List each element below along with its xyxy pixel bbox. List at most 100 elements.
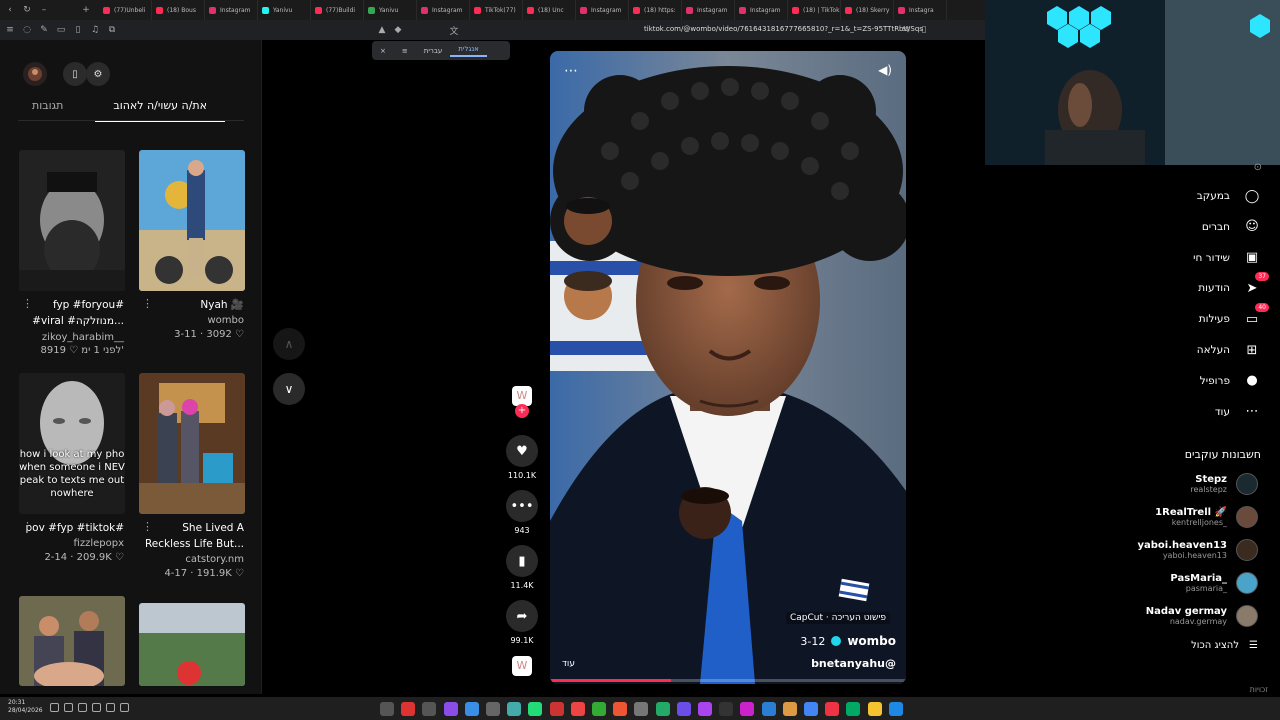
bookmark-icon[interactable]: ▭ <box>54 23 68 37</box>
browser-tab[interactable]: (18) https: <box>629 0 682 20</box>
translate-icon[interactable]: 文 <box>447 23 461 37</box>
taskbar-app-icon[interactable] <box>464 702 479 716</box>
tools-icon[interactable]: ✎ <box>37 23 51 37</box>
taskbar-app-icon[interactable] <box>507 702 522 716</box>
following-account[interactable]: PasMaria_ pasmaria_ <box>1170 572 1258 594</box>
tab-replies[interactable]: תגובות <box>30 96 65 122</box>
taskbar-clock[interactable]: 20:31 28/04/2026 <box>8 699 43 715</box>
taskbar-app-icon[interactable] <box>888 702 903 716</box>
more-options-icon[interactable]: ⋮ <box>142 520 153 533</box>
browser-tab[interactable]: Yanivu <box>258 0 311 20</box>
volume-icon[interactable] <box>64 703 73 712</box>
browser-tab[interactable]: (18) | TikTok <box>788 0 841 20</box>
taskbar-app-icon[interactable] <box>655 702 670 716</box>
sound-disc[interactable]: W <box>506 656 538 676</box>
taskbar-app-icon[interactable] <box>528 702 543 716</box>
new-tab-icon[interactable]: + <box>79 3 93 17</box>
battery-icon[interactable] <box>78 703 87 712</box>
taskbar-app-icon[interactable] <box>719 702 734 716</box>
music-icon[interactable]: ♫ <box>88 23 102 37</box>
shield-icon[interactable]: ◌ <box>20 23 34 37</box>
sidebar-item-activity[interactable]: פעילות ▭ 40 <box>1199 303 1269 329</box>
creator-avatar[interactable]: W + <box>506 386 538 418</box>
tab-you-may-like[interactable]: את/ה עשוי/ה לאהוב <box>95 96 225 122</box>
extension-icon[interactable]: ▲ <box>375 23 389 37</box>
video-thumbnail[interactable] <box>139 150 245 291</box>
more-options-icon[interactable]: ⋮ <box>22 520 33 533</box>
following-account[interactable]: 1RealTrell 🚀 kentrelljones_ <box>1155 506 1258 528</box>
capcut-badge[interactable]: CapCut · פישוט העריכה <box>785 612 890 624</box>
reload-icon[interactable]: ↻ <box>20 3 34 17</box>
url-text[interactable]: tiktok.com/@wombo/video/7616431816777665… <box>644 25 923 33</box>
browser-tab[interactable]: Instagra <box>894 0 947 20</box>
browser-tab[interactable]: (18) Bous <box>152 0 205 20</box>
taskbar-app-icon[interactable] <box>613 702 628 716</box>
taskbar-app-icon[interactable] <box>804 702 818 716</box>
taskbar-app-icon[interactable] <box>634 702 649 716</box>
share-icon[interactable]: ⇆ <box>899 23 913 37</box>
sidebar-item-more[interactable]: עוד ⋯ <box>1215 402 1262 422</box>
taskbar-app-icon[interactable] <box>549 702 564 716</box>
show-all-link[interactable]: להציג הכול ☰ <box>1191 640 1258 651</box>
avatar[interactable] <box>23 62 47 86</box>
following-account[interactable]: yaboi.heaven13 yaboi.heaven13 <box>1137 539 1258 561</box>
share-icon[interactable]: ➦ <box>506 600 538 632</box>
video-caption[interactable]: Reckless Life But... <box>138 536 244 552</box>
bookmark-icon[interactable]: ▮ <box>506 545 538 577</box>
next-video-button[interactable]: ∨ <box>273 373 305 405</box>
taskbar-app-icon[interactable] <box>676 702 691 716</box>
video-caption[interactable]: Nyah 🎥 <box>138 297 244 313</box>
browser-tab[interactable]: Instagram <box>735 0 788 20</box>
settings-icon[interactable]: ⚙ <box>86 62 110 86</box>
following-account[interactable]: Nadav germay nadav.germay <box>1146 605 1258 627</box>
progress-track[interactable] <box>550 679 906 682</box>
taskbar-app-icon[interactable] <box>698 702 712 716</box>
language-icon[interactable] <box>92 703 101 712</box>
bookmark-page-icon[interactable]: ▯ <box>917 23 931 37</box>
video-more-link[interactable]: עוד <box>562 659 575 669</box>
browser-tab[interactable]: Yanivu <box>364 0 417 20</box>
taskbar-app-icon[interactable] <box>740 702 755 716</box>
sidebar-item-messages[interactable]: הודעות ➤ 37 <box>1198 272 1269 298</box>
taskbar-app-icon[interactable] <box>825 702 840 716</box>
sidebar-icon[interactable]: ▯ <box>71 23 85 37</box>
video-thumbnail[interactable] <box>139 603 245 686</box>
more-options-icon[interactable]: ⋮ <box>22 297 33 310</box>
taskbar-app-icon[interactable] <box>486 702 500 716</box>
more-options-icon[interactable]: ⋮ <box>142 297 153 310</box>
video-thumbnail[interactable] <box>139 373 245 514</box>
wifi-icon[interactable] <box>50 703 59 712</box>
taskbar-app-icon[interactable] <box>422 702 437 716</box>
browser-tab[interactable]: (77)Unbeli <box>99 0 152 20</box>
video-more-icon[interactable]: ⋯ <box>564 63 578 79</box>
share-action[interactable]: ➦ 99.1K <box>506 600 538 645</box>
browser-tab[interactable]: Instagram <box>576 0 629 20</box>
tray-icon[interactable] <box>106 703 115 712</box>
video-caption[interactable]: She Lived A <box>138 520 244 536</box>
video-caption[interactable]: #viral #מנוזלקה... <box>18 313 124 329</box>
taskbar-app-icon[interactable] <box>380 702 394 716</box>
video-player[interactable]: ⋯ ◀) CapCut · פישוט העריכה 3-12 wombo bn… <box>550 51 906 684</box>
translate-menu-icon[interactable]: ≡ <box>394 47 416 55</box>
phone-icon[interactable]: ▯ <box>63 62 87 86</box>
taskbar-app-icon[interactable] <box>782 702 797 716</box>
sidebar-item-live[interactable]: שידור חי ▣ <box>1193 248 1262 268</box>
chevron-up-icon[interactable] <box>120 703 129 712</box>
volume-icon[interactable]: ◀) <box>878 63 892 77</box>
browser-tab[interactable]: (18) Skerry <box>841 0 894 20</box>
browser-tab[interactable]: (18) Unc <box>523 0 576 20</box>
video-thumbnail[interactable] <box>19 150 125 291</box>
follow-plus-icon[interactable]: + <box>515 404 529 418</box>
sidebar-item-friends[interactable]: חברים ☺ <box>1202 217 1262 237</box>
video-thumbnail[interactable] <box>19 596 125 686</box>
taskbar-app-icon[interactable] <box>867 702 882 716</box>
video-caption[interactable]: pov #fyp #tiktok# <box>18 520 125 536</box>
following-account[interactable]: Stepz realstepz <box>1190 473 1258 495</box>
sidebar-item-upload[interactable]: העלאה ⊞ <box>1197 340 1262 360</box>
taskbar-app-icon[interactable] <box>592 702 606 716</box>
video-caption[interactable]: fyp #foryou# <box>18 297 124 313</box>
sidebar-item-profile[interactable]: פרופיל ● <box>1200 371 1262 391</box>
screenshot-icon[interactable]: ⧉ <box>105 23 119 37</box>
browser-tab[interactable]: Instagram <box>417 0 470 20</box>
previous-video-button[interactable]: ∧ <box>273 328 305 360</box>
